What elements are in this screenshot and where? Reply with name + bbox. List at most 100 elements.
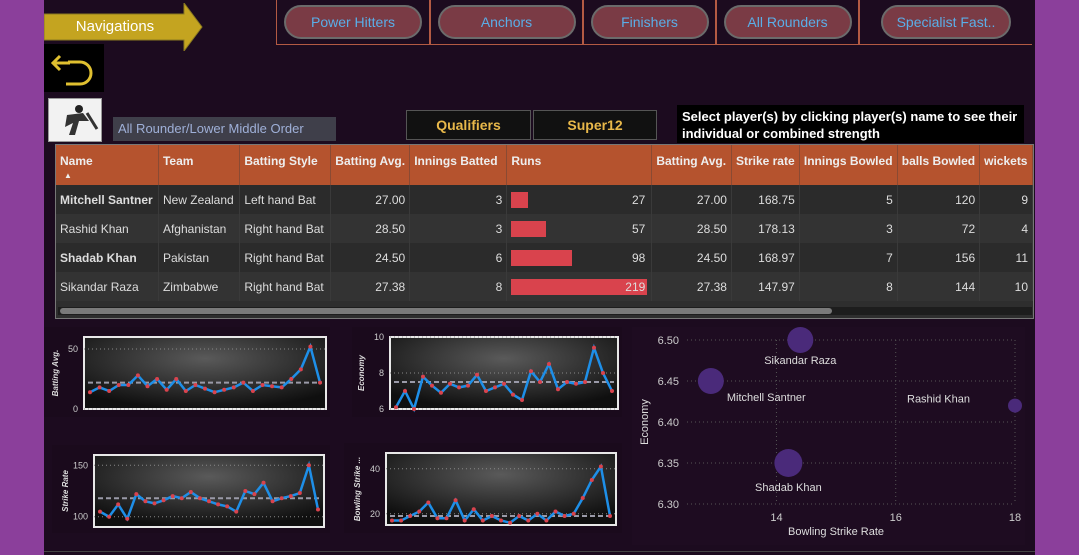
qualifiers-button[interactable]: Qualifiers: [406, 110, 531, 140]
all-rounder-image: [48, 98, 102, 142]
col-team[interactable]: Team: [158, 145, 241, 185]
table-cell: 3: [799, 214, 898, 243]
data-point: [394, 405, 398, 410]
data-point: [484, 389, 488, 393]
table-cell: 8: [409, 272, 508, 301]
table-cell: Right hand Bat: [239, 243, 332, 272]
data-point: [135, 373, 140, 378]
data-point: [562, 514, 567, 518]
player-name-cell[interactable]: Sikandar Raza: [56, 272, 159, 301]
table-cell: 156: [897, 243, 981, 272]
data-point: [216, 502, 221, 507]
data-point: [538, 380, 542, 384]
data-point: [222, 387, 227, 392]
scatter-point[interactable]: [697, 368, 724, 394]
col-name-label: Name: [60, 154, 93, 168]
table-cell: Zimbabwe: [158, 272, 241, 301]
data-point: [426, 500, 431, 505]
category-tabs: Power Hitters Anchors Finishers All Roun…: [276, 0, 1032, 46]
table-horizontal-scrollbar[interactable]: [58, 307, 1032, 315]
tab-all-rounders[interactable]: All Rounders: [723, 5, 852, 39]
runs-value: 57: [631, 222, 646, 236]
data-point: [174, 377, 179, 381]
economy-vs-strike-rate-scatter: 6.50 6.45 6.40 6.35 6.30 14 16 18 Bowling Strike…: [632, 327, 1025, 545]
data-point: [188, 490, 193, 495]
tab-anchors[interactable]: Anchors: [437, 5, 576, 39]
data-point: [580, 496, 585, 500]
data-point: [403, 389, 407, 393]
runs-value: 27: [631, 193, 646, 207]
col-strike-rate[interactable]: Strike rate: [731, 145, 800, 185]
table-cell: 27.00: [651, 185, 732, 214]
table-cell: 10: [979, 272, 1033, 301]
tab-cell-anchors: Anchors: [430, 0, 583, 45]
player-name-cell[interactable]: Rashid Khan: [56, 214, 159, 243]
table-row[interactable]: Shadab Khan Pakistan Right hand Bat 24.50 6 9…: [56, 243, 1033, 272]
table-row[interactable]: Rashid Khan Afghanistan Right hand Bat 28.5…: [56, 214, 1033, 243]
y-axis-label: Strike Rate: [61, 470, 70, 512]
table-cell: 24.50: [651, 243, 732, 272]
data-point: [234, 509, 239, 514]
col-batting-avg[interactable]: Batting Avg.: [330, 145, 411, 185]
col-runs[interactable]: Runs: [506, 145, 653, 185]
col-batting-style[interactable]: Batting Style: [239, 145, 332, 185]
right-border: [1035, 0, 1079, 555]
data-point: [544, 518, 549, 523]
data-point: [203, 386, 207, 391]
back-arrow-icon: [50, 54, 93, 86]
table-cell: 27: [506, 185, 653, 214]
y-tick-label: 8: [379, 368, 384, 378]
x-tick-label: 16: [890, 512, 902, 524]
table-cell: New Zealand: [158, 185, 241, 214]
scrollbar-thumb[interactable]: [60, 308, 832, 314]
tab-cell-all-rounders: All Rounders: [716, 0, 859, 45]
y-axis-label: Economy: [639, 399, 651, 445]
table-row[interactable]: Mitchell Santner New Zealand Left hand Bat…: [56, 185, 1033, 214]
tab-specialist-fast[interactable]: Specialist Fast..: [881, 5, 1011, 39]
scatter-point[interactable]: [774, 449, 803, 477]
scatter-point[interactable]: [787, 327, 814, 353]
data-point: [298, 367, 303, 372]
data-point: [308, 344, 313, 349]
player-name-cell[interactable]: Mitchell Santner: [56, 185, 159, 214]
plot-area: [385, 452, 617, 526]
col-batting-avg-2[interactable]: Batting Avg.: [651, 145, 732, 185]
data-point: [556, 387, 560, 392]
table-cell: 98: [506, 243, 653, 272]
table-cell: 8: [799, 272, 898, 301]
col-name[interactable]: Name ▲: [56, 145, 159, 185]
data-point: [529, 369, 533, 374]
data-point: [439, 390, 443, 395]
data-point: [179, 496, 184, 501]
tab-finishers[interactable]: Finishers: [590, 5, 709, 39]
table-cell: 168.97: [731, 243, 800, 272]
table-cell: 28.50: [330, 214, 411, 243]
y-tick-label: 6.40: [658, 417, 679, 429]
runs-bar: [511, 191, 529, 208]
col-balls-bowled[interactable]: balls Bowled: [897, 145, 981, 185]
super12-button[interactable]: Super12: [533, 110, 657, 140]
data-point: [260, 383, 265, 387]
data-point: [212, 390, 217, 395]
data-point: [399, 518, 404, 523]
table-cell: 72: [897, 214, 981, 243]
scatter-point[interactable]: [1008, 398, 1022, 413]
col-innings-batted[interactable]: Innings Batted: [409, 145, 508, 185]
economy-chart: 10 8 6 Economy: [352, 327, 622, 417]
data-point: [152, 501, 157, 506]
table-cell: Right hand Bat: [239, 214, 332, 243]
data-point: [517, 514, 522, 518]
data-point: [453, 498, 458, 503]
data-point: [502, 381, 506, 386]
table-row[interactable]: Sikandar Raza Zimbabwe Right hand Bat 27.38…: [56, 272, 1033, 301]
data-point: [430, 383, 434, 388]
col-innings-bowled[interactable]: Innings Bowled: [799, 145, 898, 185]
data-point: [589, 478, 594, 482]
back-button[interactable]: [44, 44, 104, 92]
cricketer-icon: [65, 105, 99, 135]
col-wickets[interactable]: wickets: [979, 145, 1033, 185]
tab-power-hitters[interactable]: Power Hitters: [284, 5, 422, 39]
player-name-cell[interactable]: Shadab Khan: [56, 243, 159, 272]
data-point: [270, 499, 275, 504]
y-tick-label: 6.45: [658, 376, 679, 388]
